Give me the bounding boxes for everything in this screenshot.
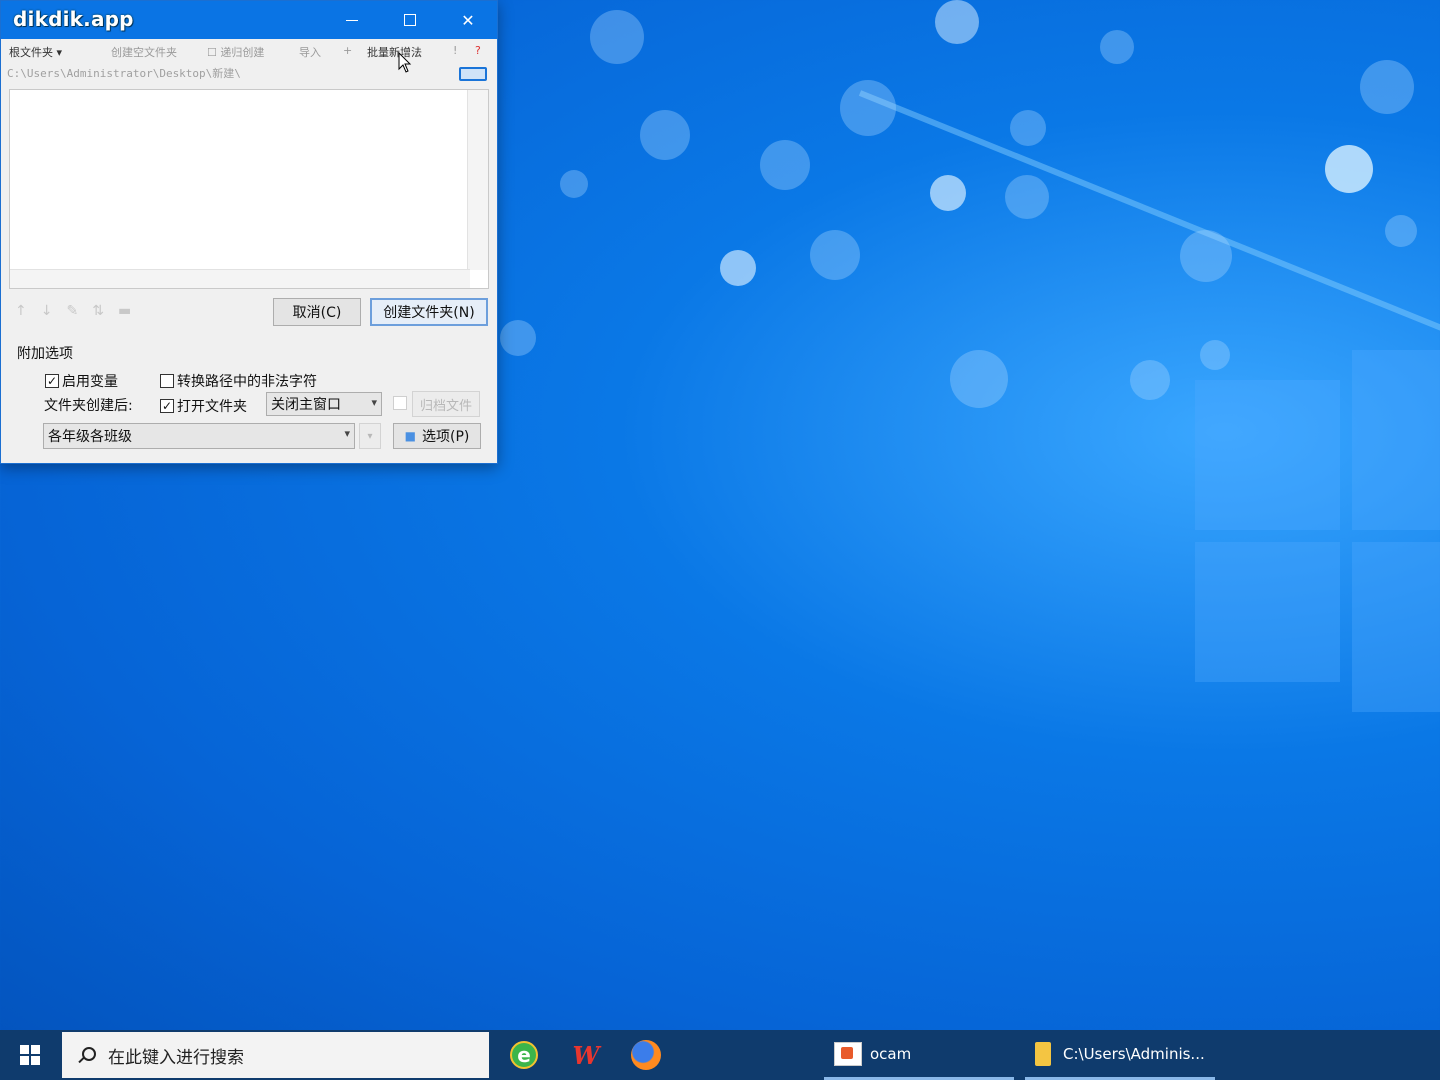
convert-illegal-chars-label: 转换路径中的非法字符 — [177, 374, 317, 390]
title-bar[interactable]: dikdik.app ✕ — [1, 1, 497, 39]
template-value: 各年级各班级 — [48, 429, 132, 445]
edit-icon[interactable]: ✎ — [66, 303, 78, 323]
minimize-icon — [346, 19, 358, 21]
recursive-create-label: 递归创建 — [220, 46, 265, 59]
batch-create-button[interactable]: 批量新增法 — [367, 44, 422, 60]
root-folder-menu[interactable]: 根文件夹 ▾ — [9, 44, 62, 60]
minimize-button[interactable] — [323, 1, 381, 39]
taskbar-wps[interactable]: W — [556, 1030, 616, 1080]
taskbar-ie-browser[interactable]: e — [494, 1030, 554, 1080]
close-button[interactable]: ✕ — [439, 1, 497, 39]
open-folder-label: 打开文件夹 — [177, 399, 247, 415]
info-button[interactable]: ! — [453, 44, 457, 57]
chevron-down-icon: ▾ — [344, 427, 350, 440]
taskbar-app-label: C:\Users\Adminis... — [1063, 1044, 1205, 1063]
taskbar-app-label: ocam — [870, 1044, 912, 1063]
after-action-select[interactable]: 关闭主窗口 ▾ — [266, 392, 382, 416]
path-display: C:\Users\Administrator\Desktop\新建\ — [7, 67, 241, 80]
checkbox-unchecked-icon — [160, 374, 174, 388]
import-button[interactable]: 导入 — [299, 44, 321, 60]
folder-icon[interactable]: ▬ — [118, 303, 131, 323]
folder-icon — [1035, 1041, 1051, 1066]
template-menu-button[interactable]: ▾ — [359, 423, 381, 449]
chevron-down-icon: ▾ — [371, 396, 377, 409]
mouse-cursor-icon — [398, 51, 412, 78]
convert-illegal-chars-checkbox[interactable]: 转换路径中的非法字符 — [160, 371, 317, 391]
taskbar-firefox[interactable] — [616, 1030, 676, 1080]
taskbar-explorer[interactable]: C:\Users\Adminis... — [1025, 1030, 1215, 1080]
checkbox-disabled-icon — [393, 396, 407, 410]
enable-variables-checkbox[interactable]: ✓ 启用变量 — [45, 371, 118, 391]
search-placeholder: 在此键入进行搜索 — [108, 1047, 244, 1068]
options-label: 选项(P) — [421, 429, 470, 445]
dropdown-arrow-icon: ▾ — [367, 430, 373, 442]
sort-icon[interactable]: ⇅ — [92, 303, 104, 323]
checkbox-checked-icon: ✓ — [160, 399, 174, 413]
cancel-button[interactable]: 取消(C) — [273, 298, 361, 326]
enable-variables-label: 启用变量 — [62, 374, 118, 390]
taskbar: 在此键入进行搜索 e W ocam C:\Users\Adminis... — [0, 1030, 1440, 1080]
start-button[interactable] — [0, 1030, 60, 1080]
app-window: dikdik.app ✕ 根文件夹 ▾ 创建空文件夹 ☐ 递归创建 导入 + 批… — [0, 0, 498, 464]
ie-browser-icon: e — [510, 1041, 538, 1069]
open-folder-checkbox[interactable]: ✓ 打开文件夹 — [160, 396, 247, 416]
after-create-label: 文件夹创建后: — [44, 398, 133, 414]
recursive-create-toggle[interactable]: ☐ 递归创建 — [207, 44, 264, 60]
maximize-icon — [404, 14, 416, 26]
folder-list[interactable] — [9, 89, 489, 289]
new-subfolder-button[interactable]: 创建空文件夹 — [111, 44, 177, 60]
options-folder-icon: ■ — [404, 429, 416, 443]
taskbar-ocam[interactable]: ocam — [824, 1030, 1014, 1080]
window-title: dikdik.app — [13, 7, 134, 31]
list-tools: ↑ ↓ ✎ ⇅ ▬ — [15, 303, 131, 323]
archive-checkbox[interactable] — [393, 396, 410, 410]
move-down-icon[interactable]: ↓ — [41, 303, 53, 323]
create-folder-button[interactable]: 创建文件夹(N) — [370, 298, 488, 326]
taskbar-search-box[interactable]: 在此键入进行搜索 — [62, 1032, 489, 1078]
after-action-value: 关闭主窗口 — [271, 397, 341, 413]
ocam-icon — [834, 1041, 862, 1066]
path-picker-button[interactable] — [459, 67, 487, 81]
search-icon — [78, 1047, 96, 1063]
close-icon: ✕ — [461, 10, 475, 30]
archive-file-button[interactable]: 归档文件 — [412, 391, 480, 417]
wps-icon: W — [572, 1040, 600, 1070]
add-button[interactable]: + — [343, 44, 352, 57]
vertical-scrollbar[interactable] — [467, 90, 488, 270]
horizontal-scrollbar[interactable] — [10, 269, 470, 288]
extra-options-title: 附加选项 — [17, 346, 73, 362]
firefox-icon — [631, 1040, 661, 1070]
move-up-icon[interactable]: ↑ — [15, 303, 27, 323]
checkbox-checked-icon: ✓ — [45, 374, 59, 388]
options-button[interactable]: ■ 选项(P) — [393, 423, 481, 449]
windows-icon — [20, 1045, 40, 1065]
maximize-button[interactable] — [381, 1, 439, 39]
help-button[interactable]: ? — [475, 44, 481, 57]
toolbar: 根文件夹 ▾ 创建空文件夹 ☐ 递归创建 导入 + 批量新增法 ! ? — [1, 41, 497, 61]
template-select[interactable]: 各年级各班级 ▾ — [43, 423, 355, 449]
